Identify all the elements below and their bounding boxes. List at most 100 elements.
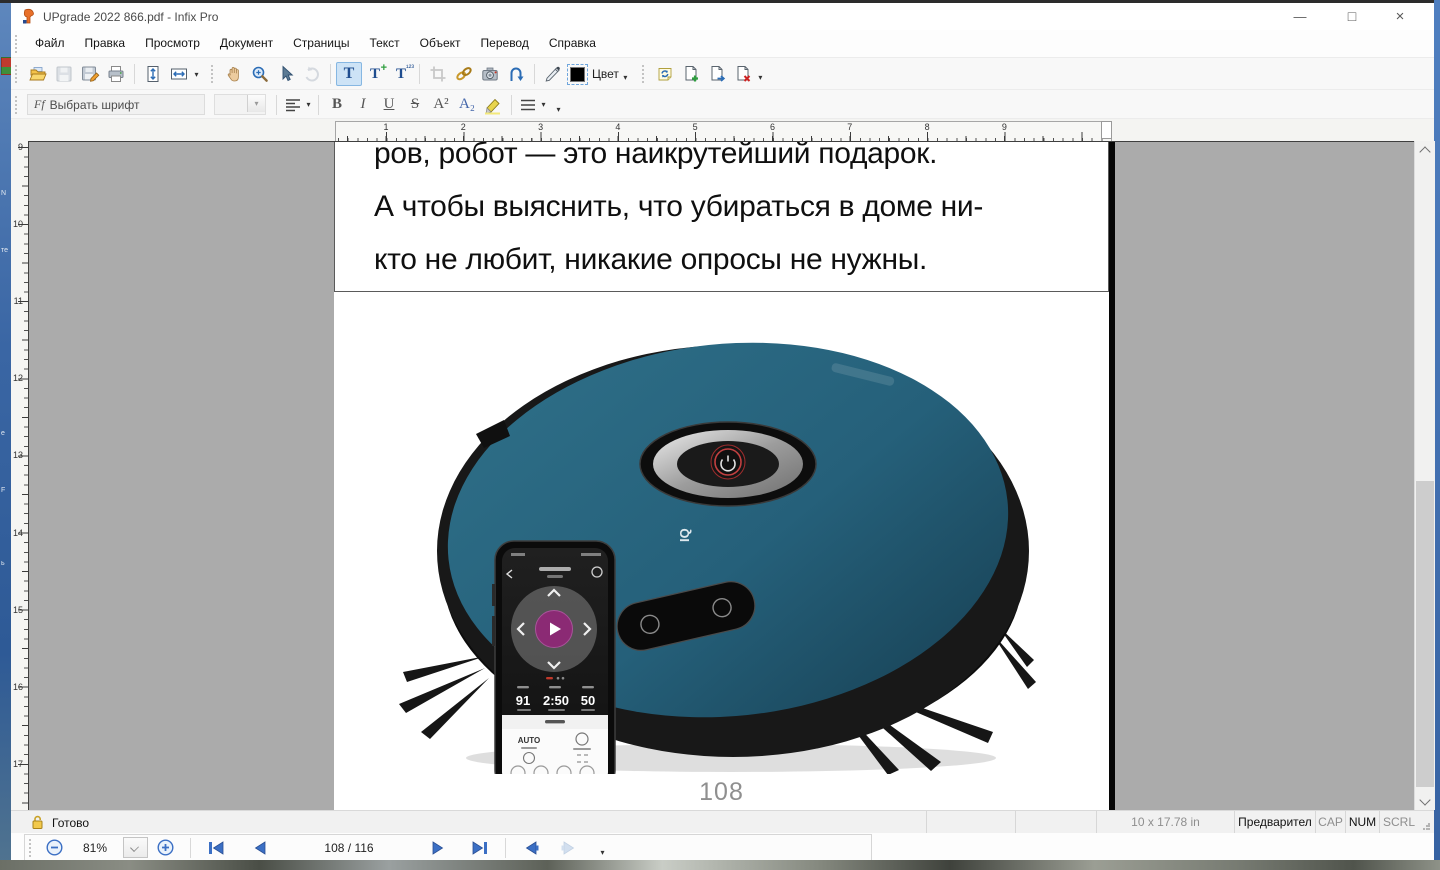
toolbar-grip[interactable] bbox=[29, 839, 34, 857]
hand-tool-button[interactable] bbox=[221, 62, 247, 86]
font-name-field[interactable]: Ff Выбрать шрифт bbox=[27, 94, 205, 115]
document-text-line[interactable]: А чтобы выяснить, что убираться в доме н… bbox=[374, 190, 983, 224]
update-pages-button[interactable] bbox=[652, 62, 678, 86]
desktop-label-fragment: N bbox=[1, 190, 6, 197]
status-page-size: 10 x 17.78 in bbox=[1096, 811, 1234, 834]
link-tool-button[interactable] bbox=[451, 62, 477, 86]
previous-page-button[interactable] bbox=[245, 837, 275, 859]
pdf-page[interactable]: 108 bbox=[334, 142, 1109, 810]
menu-item[interactable]: Документ bbox=[210, 30, 283, 57]
scroll-down-button[interactable] bbox=[1415, 793, 1435, 810]
subscript-button[interactable]: A₂ bbox=[454, 93, 480, 117]
zoom-mode-dropdown[interactable]: ▾ bbox=[192, 70, 201, 79]
menu-item[interactable]: Текст bbox=[359, 30, 409, 57]
document-text-line[interactable]: ров, робот — это наикрутейший подарок. bbox=[374, 141, 937, 171]
page-indicator[interactable]: 108 / 116 bbox=[289, 841, 409, 855]
toolbar-separator bbox=[318, 95, 319, 115]
menu-item[interactable]: Просмотр bbox=[135, 30, 210, 57]
next-page-button[interactable] bbox=[423, 837, 453, 859]
eyedropper-button[interactable] bbox=[540, 62, 566, 86]
toolbar-separator bbox=[505, 838, 506, 858]
menu-item[interactable]: Страницы bbox=[283, 30, 359, 57]
maximize-button[interactable]: □ bbox=[1329, 3, 1375, 30]
ruler-number: 16 bbox=[13, 682, 23, 692]
menu-item[interactable]: Справка bbox=[539, 30, 606, 57]
delete-page-button[interactable] bbox=[730, 62, 756, 86]
page-add-icon bbox=[681, 64, 701, 84]
document-area: 91011121314151617 108 bbox=[11, 141, 1434, 810]
pages-dropdown[interactable]: ▾ bbox=[756, 73, 765, 82]
add-text-tool-button[interactable]: T + bbox=[362, 62, 388, 86]
font-badge: Ff bbox=[34, 97, 45, 112]
zoom-out-button[interactable] bbox=[39, 837, 69, 859]
snapshot-tool-button[interactable] bbox=[477, 62, 503, 86]
menu-item[interactable]: Файл bbox=[25, 30, 75, 57]
view-forward-button[interactable] bbox=[554, 837, 584, 859]
text-tool-button-selected[interactable]: T bbox=[336, 62, 362, 86]
save-as-button[interactable] bbox=[77, 62, 103, 86]
undo-button[interactable] bbox=[299, 62, 325, 86]
title-bar[interactable]: UPgrade 2022 866.pdf - Infix Pro — □ × bbox=[11, 3, 1434, 30]
ruler-number: 3 bbox=[538, 122, 543, 132]
text-order-tool-button[interactable]: T ¹²³ bbox=[388, 62, 414, 86]
italic-button[interactable]: I bbox=[350, 93, 376, 117]
toolbar-grip[interactable] bbox=[15, 96, 20, 114]
horizontal-ruler[interactable]: 123456789 bbox=[335, 121, 1112, 143]
menu-item[interactable]: Объект bbox=[410, 30, 471, 57]
toolbar-separator bbox=[511, 95, 512, 115]
font-size-combo[interactable]: ▾ bbox=[214, 94, 266, 115]
vertical-scrollbar[interactable] bbox=[1414, 141, 1435, 810]
view-back-button[interactable] bbox=[516, 837, 546, 859]
fit-page-width-button[interactable] bbox=[166, 62, 192, 86]
highlighter-button[interactable] bbox=[480, 93, 506, 117]
toolbar-grip[interactable] bbox=[211, 65, 216, 83]
bold-button[interactable]: B bbox=[324, 93, 350, 117]
minimize-button[interactable]: — bbox=[1277, 3, 1323, 30]
history-dropdown[interactable]: ▾ bbox=[598, 848, 607, 857]
close-button[interactable]: × bbox=[1377, 3, 1423, 30]
toolbar-grip[interactable] bbox=[15, 35, 20, 53]
menu-item[interactable]: Перевод bbox=[471, 30, 539, 57]
align-dropdown[interactable]: ▾ bbox=[304, 100, 313, 109]
zoom-level[interactable]: 81% bbox=[69, 841, 121, 855]
vertical-ruler[interactable]: 91011121314151617 bbox=[11, 141, 29, 810]
toolbar-overflow-dropdown[interactable]: ▾ bbox=[554, 105, 563, 114]
ruler-units-box[interactable] bbox=[1101, 121, 1112, 139]
superscript-label: A² bbox=[433, 96, 448, 113]
zoom-dropdown[interactable] bbox=[123, 837, 148, 858]
document-viewport[interactable]: 108 bbox=[28, 141, 1415, 811]
extract-page-button[interactable] bbox=[704, 62, 730, 86]
fit-page-height-button[interactable] bbox=[140, 62, 166, 86]
print-button[interactable] bbox=[103, 62, 129, 86]
first-page-button[interactable] bbox=[201, 837, 231, 859]
menu-items: ФайлПравкаПросмотрДокументСтраницыТекстО… bbox=[25, 30, 606, 57]
toolbar-separator bbox=[190, 838, 191, 858]
color-dropdown[interactable]: ▾ bbox=[621, 73, 630, 82]
insert-page-button[interactable] bbox=[678, 62, 704, 86]
crop-tool-button[interactable] bbox=[425, 62, 451, 86]
robot-vacuum-figure: IQ bbox=[381, 334, 1041, 774]
line-spacing-dropdown[interactable]: ▾ bbox=[539, 100, 548, 109]
line-spacing-button[interactable] bbox=[517, 93, 539, 117]
zoom-in-button[interactable] bbox=[150, 837, 180, 859]
reflow-tool-button[interactable] bbox=[503, 62, 529, 86]
select-tool-button[interactable] bbox=[273, 62, 299, 86]
superscript-button[interactable]: A² bbox=[428, 93, 454, 117]
scrollbar-thumb[interactable] bbox=[1416, 481, 1434, 787]
resize-grip[interactable] bbox=[1418, 811, 1434, 834]
align-button[interactable] bbox=[282, 93, 304, 117]
strikethrough-button[interactable]: S bbox=[402, 93, 428, 117]
color-swatch-button[interactable] bbox=[566, 62, 588, 86]
save-button[interactable] bbox=[51, 62, 77, 86]
zoom-tool-button[interactable] bbox=[247, 62, 273, 86]
open-file-button[interactable] bbox=[25, 62, 51, 86]
last-page-button[interactable] bbox=[465, 837, 495, 859]
toolbar-grip[interactable] bbox=[15, 65, 20, 83]
underline-button[interactable]: U bbox=[376, 93, 402, 117]
scroll-up-button[interactable] bbox=[1415, 141, 1435, 158]
menu-item[interactable]: Правка bbox=[75, 30, 136, 57]
font-size-dropdown-icon[interactable]: ▾ bbox=[247, 95, 265, 112]
document-text-line[interactable]: кто не любит, никакие опросы не нужны. bbox=[374, 243, 927, 277]
ruler-number: 9 bbox=[18, 142, 23, 152]
toolbar-grip[interactable] bbox=[642, 65, 647, 83]
